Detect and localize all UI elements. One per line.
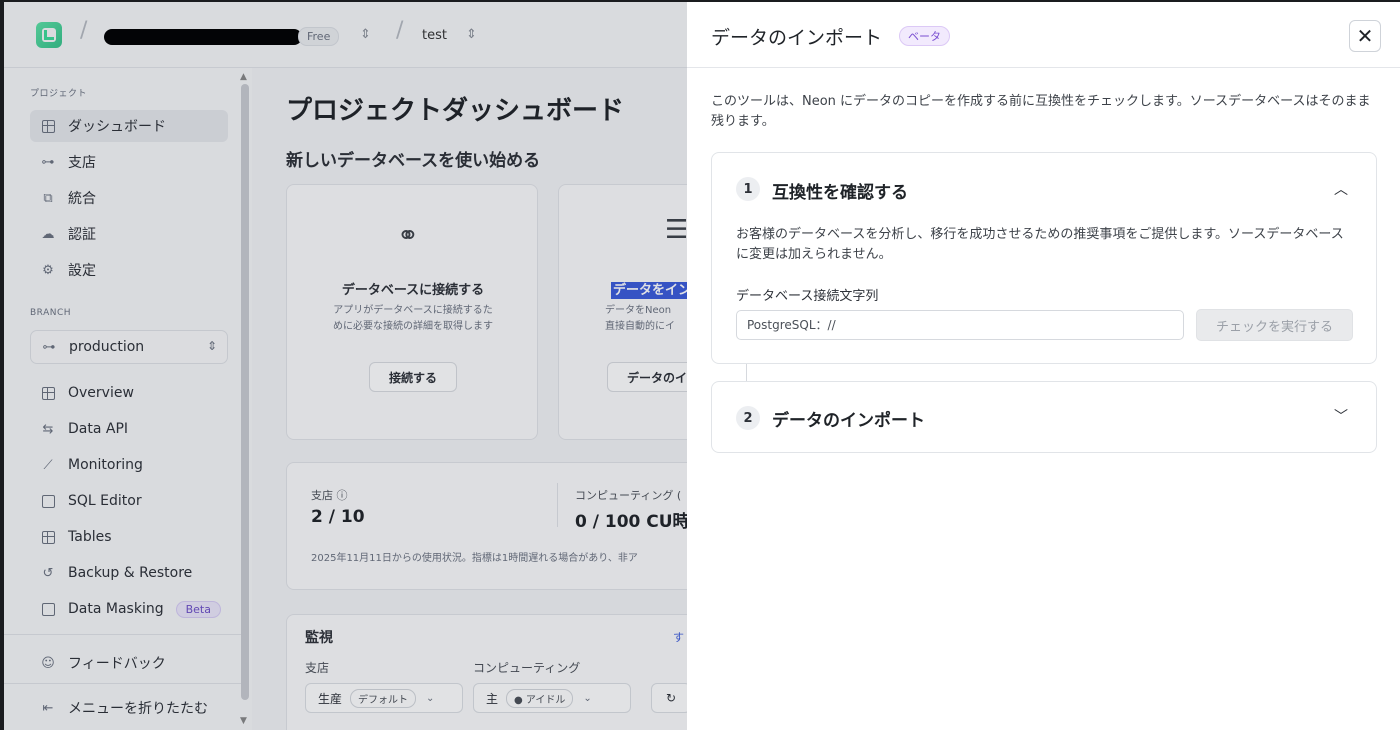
close-icon: ✕ — [1356, 24, 1374, 48]
import-data-panel: データのインポート ベータ ✕ このツールは、Neon にデータのコピーを作成す… — [687, 2, 1400, 730]
run-check-button[interactable]: チェックを実行する — [1196, 309, 1353, 341]
app-window: / Free ⇕ / test ⇕ プロジェクト ダッシュボード ⊶ 支店 ⧉ … — [4, 2, 1400, 730]
panel-title: データのインポート — [711, 27, 883, 49]
close-button[interactable]: ✕ — [1349, 20, 1381, 52]
panel-description: このツールは、Neon にデータのコピーを作成する前に互換性をチェックします。ソ… — [711, 94, 1371, 129]
connection-string-input[interactable] — [736, 310, 1184, 340]
step-import-data[interactable]: 2 データのインポート ﹀ — [711, 381, 1377, 453]
step-title: 互換性を確認する — [772, 183, 908, 203]
step-connector-line — [746, 364, 747, 382]
connection-string-label: データベース接続文字列 — [736, 289, 879, 304]
step-number: 1 — [736, 177, 760, 201]
step-check-compatibility: 1 互換性を確認する ︿ お客様のデータベースを分析し、移行を成功させるための推… — [711, 152, 1377, 364]
step-title: データのインポート — [772, 411, 925, 431]
panel-header: データのインポート ベータ ✕ — [687, 2, 1400, 68]
beta-badge: ベータ — [899, 26, 950, 46]
step-number: 2 — [736, 406, 760, 430]
chevron-up-icon[interactable]: ︿ — [1334, 179, 1348, 199]
chevron-down-icon[interactable]: ﹀ — [1334, 406, 1348, 426]
modal-scrim[interactable] — [4, 2, 687, 730]
step-description: お客様のデータベースを分析し、移行を成功させるための推奨事項をご提供します。ソー… — [736, 227, 1344, 262]
